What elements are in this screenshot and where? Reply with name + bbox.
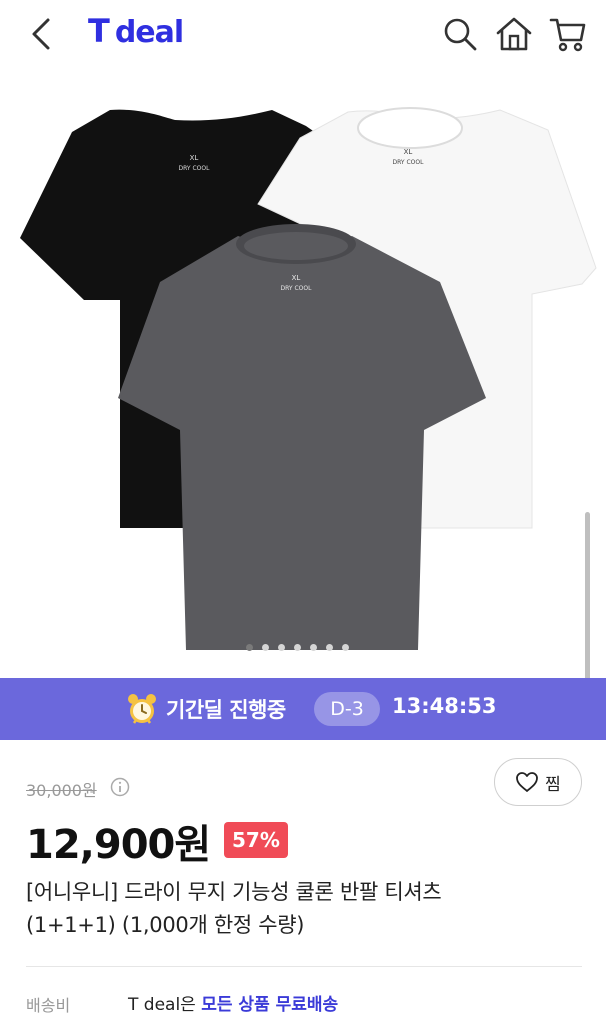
- logo-t: T: [88, 12, 110, 50]
- product-image-carousel[interactable]: XL DRY COOL XL DRY COOL XL DRY COOL: [0, 68, 606, 678]
- carousel-dot[interactable]: [246, 644, 253, 651]
- info-icon[interactable]: [110, 777, 130, 797]
- heart-icon: [516, 772, 539, 792]
- product-title-line2: (1+1+1) (1,000개 한정 수량): [26, 913, 305, 937]
- grey-tag-size: XL: [292, 274, 301, 282]
- white-tag-brand: DRY COOL: [393, 159, 425, 166]
- free-shipping-highlight: 모든 상품 무료배송: [201, 995, 339, 1015]
- deal-label: 기간딜 진행중: [166, 698, 286, 722]
- wishlist-button[interactable]: 찜: [494, 758, 582, 806]
- shipping-label: 배송비: [26, 996, 71, 1015]
- dday-badge: D-3: [314, 692, 380, 726]
- sale-price: 12,900원: [26, 822, 211, 868]
- grey-tag-brand: DRY COOL: [281, 285, 313, 292]
- header-actions: [440, 14, 588, 54]
- original-price: 30,000원: [26, 781, 97, 800]
- carousel-dot[interactable]: [294, 644, 301, 651]
- wishlist-label: 찜: [545, 774, 561, 795]
- timed-deal-banner: 기간딜 진행중 D-3 13:48:53: [0, 678, 606, 740]
- deal-countdown: 13:48:53: [392, 694, 497, 718]
- section-divider: [26, 966, 582, 967]
- home-icon[interactable]: [494, 14, 534, 54]
- carousel-dot[interactable]: [342, 644, 349, 651]
- black-tag-size: XL: [190, 154, 199, 162]
- tdeal-logo[interactable]: Tdeal: [88, 12, 184, 50]
- shipping-info: T deal은 모든 상품 무료배송: [128, 990, 338, 1015]
- carousel-dot[interactable]: [310, 644, 317, 651]
- carousel-dot[interactable]: [262, 644, 269, 651]
- discount-badge: 57%: [224, 822, 288, 858]
- white-tag-size: XL: [404, 148, 413, 156]
- back-icon[interactable]: [24, 14, 60, 54]
- cart-icon[interactable]: [548, 14, 588, 54]
- carousel-indicator: [246, 644, 349, 651]
- top-bar: Tdeal: [0, 0, 606, 68]
- tshirts-image: XL DRY COOL XL DRY COOL XL DRY COOL: [20, 107, 597, 650]
- alarm-clock-icon: [128, 694, 156, 724]
- black-tag-brand: DRY COOL: [179, 165, 211, 172]
- product-title: [어니우니] 드라이 무지 기능성 쿨론 반팔 티셔츠 (1+1+1) (1,0…: [26, 876, 566, 942]
- logo-word: deal: [114, 15, 184, 50]
- search-icon[interactable]: [440, 14, 480, 54]
- shipping-prefix: T deal은: [128, 995, 202, 1015]
- carousel-dot[interactable]: [278, 644, 285, 651]
- carousel-dot[interactable]: [326, 644, 333, 651]
- product-title-line1: [어니우니] 드라이 무지 기능성 쿨론 반팔 티셔츠: [26, 880, 442, 904]
